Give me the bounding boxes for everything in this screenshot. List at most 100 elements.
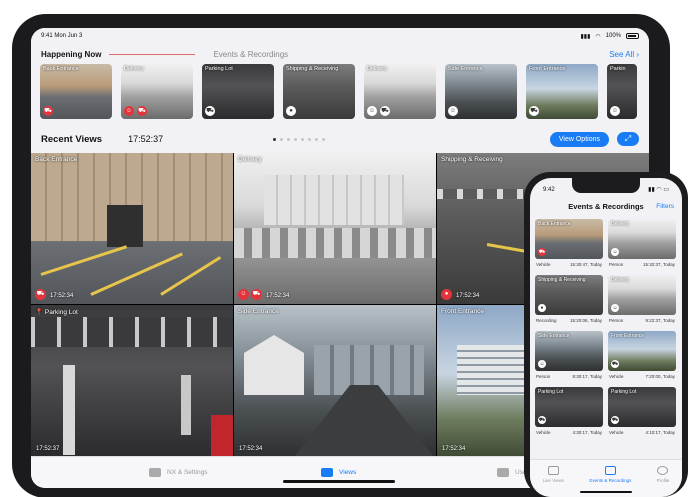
camera-label: 📍 Parking Lot [35, 309, 78, 316]
event-thumbnail: Delivery ☺ [608, 219, 676, 259]
event-type: Person [536, 374, 551, 379]
status-icons: ▮▮ ◠ ▭ [648, 187, 669, 193]
event-time: 7:20:00, Today [645, 374, 675, 379]
event-thumb[interactable]: Delivery ☺ ⛟ [364, 64, 436, 119]
thumb-label: Side Entrance [448, 66, 483, 72]
tab-happening-now[interactable]: Happening Now [41, 50, 101, 59]
event-card[interactable]: Parking Lot ⛟ Vehicle 4:30:17, Today [535, 387, 603, 439]
camera-label: Shipping & Receiving [441, 156, 503, 163]
camera-label: Delivery [238, 156, 262, 163]
tab-nvr-settings[interactable]: NX & Settings [149, 468, 207, 477]
vehicle-badge-icon: ⛟ [380, 106, 390, 116]
thumb-label: Back Entrance [43, 66, 79, 72]
event-type: Vehicle [609, 374, 624, 379]
event-type: Person [609, 262, 624, 267]
event-label: Side Entrance [538, 333, 570, 339]
vehicle-badge-icon: ⛟ [611, 360, 619, 368]
tab-live-views[interactable]: Live Views [543, 466, 564, 497]
event-thumb[interactable]: Shipping & Receiving ● [283, 64, 355, 119]
person-badge-icon: ☺ [610, 106, 620, 116]
events-grid: Back Entrance ⛟ Vehicle 15:30:47, Today D… [530, 217, 682, 441]
camera-timestamp: 17:52:34 [456, 293, 480, 299]
ceiling-lights [31, 317, 233, 347]
record-badge-icon: ● [441, 289, 452, 300]
record-badge-icon: ● [538, 304, 546, 312]
device-composite: 9:41 Mon Jun 3 ▮▮▮ ◠ 100% Happening Now … [0, 0, 688, 497]
event-label: Delivery [611, 277, 630, 283]
thumb-label: Parkin [610, 66, 626, 72]
wifi-icon: ◠ [595, 33, 601, 40]
event-thumb[interactable]: Delivery ☺ ⛟ [121, 64, 193, 119]
camera-label: Front Entrance [441, 308, 484, 315]
event-label: Front Entrance [611, 333, 645, 339]
active-tab-underline [109, 53, 196, 55]
ipad-status-bar: 9:41 Mon Jun 3 ▮▮▮ ◠ 100% [31, 28, 649, 44]
vehicle-badge-icon: ⛟ [251, 289, 262, 300]
event-card[interactable]: Delivery ☺ Person 15:32:37, Today [608, 219, 676, 271]
camera-tile[interactable]: 📍 Parking Lot 17:52:37 [31, 305, 233, 457]
house-shape [244, 335, 304, 395]
home-indicator [580, 491, 632, 493]
event-thumb[interactable]: Parking Lot ⛟ [202, 64, 274, 119]
tab-events-recordings[interactable]: Events & Recordings [213, 50, 288, 59]
door-shape [107, 205, 143, 247]
event-time: 15:32:37, Today [643, 262, 675, 267]
event-thumb[interactable]: Front Entrance ⛟ [526, 64, 598, 119]
thumb-label: Delivery [124, 66, 144, 72]
event-card[interactable]: Front Entrance ⛟ Vehicle 7:20:00, Today [608, 331, 676, 383]
person-badge-icon: ☺ [611, 304, 619, 312]
iphone-frame: 9:42 ▮▮ ◠ ▭ Events & Recordings Filters … [524, 172, 688, 497]
home-indicator [283, 480, 395, 483]
signal-icon: ▮▮▮ [580, 33, 591, 40]
recent-views-clock: 17:52:37 [128, 134, 164, 144]
thumb-label: Delivery [367, 66, 387, 72]
event-thumbnail: Side Entrance ☺ [535, 331, 603, 371]
event-label: Delivery [611, 221, 630, 227]
expand-icon[interactable]: ⤢ [617, 132, 639, 146]
camera-timestamp: 17:52:34 [442, 446, 466, 452]
page-title: Events & Recordings [568, 201, 644, 211]
recent-views-title: Recent Views [41, 133, 103, 145]
camera-tile[interactable]: Back Entrance ⛟ 17:52:34 [31, 153, 233, 304]
vehicle-badge-icon: ⛟ [43, 106, 53, 116]
chevron-right-icon: › [636, 49, 639, 59]
event-thumb[interactable]: Back Entrance ⛟ [40, 64, 112, 119]
tab-views[interactable]: Views [321, 468, 356, 477]
event-card[interactable]: Side Entrance ☺ Person 8:30:17, Today [535, 331, 603, 383]
page-indicator[interactable] [273, 137, 326, 141]
iphone-nav-header: Events & Recordings Filters [530, 195, 682, 217]
event-card[interactable]: Shipping & Receiving ● Recording 15:20:06… [535, 275, 603, 327]
camera-tile[interactable]: Delivery ☺ ⛟ 17:52:34 [234, 153, 436, 304]
parked-cars [234, 228, 436, 258]
event-thumb[interactable]: Side Entrance ☺ [445, 64, 517, 119]
event-thumbnail: Shipping & Receiving ● [535, 275, 603, 315]
event-type: Vehicle [536, 262, 551, 267]
vehicle-badge-icon: ⛟ [35, 289, 46, 300]
pin-icon: 📍 [35, 309, 44, 316]
camera-label: Side Entrance [238, 308, 279, 315]
person-badge-icon: ☺ [124, 106, 134, 116]
event-time: 8:30:17, Today [572, 374, 602, 379]
event-card[interactable]: Parking Lot ⛟ Vehicle 4:10:17, Today [608, 387, 676, 439]
event-thumbnail: Delivery ☺ [608, 275, 676, 315]
vehicle-badge-icon: ⛟ [538, 416, 546, 424]
status-time: 9:41 Mon Jun 3 [41, 33, 83, 39]
event-card[interactable]: Delivery ☺ Person 9:22:37, Today [608, 275, 676, 327]
tab-profile[interactable]: Profile [657, 466, 669, 497]
camera-timestamp: 17:52:34 [50, 293, 74, 299]
event-label: Back Entrance [538, 221, 571, 227]
person-badge-icon: ☺ [367, 106, 377, 116]
view-options-button[interactable]: View Options [549, 131, 609, 147]
event-time: 15:20:06, Today [570, 318, 602, 323]
thumb-label: Shipping & Receiving [286, 66, 339, 72]
event-card[interactable]: Back Entrance ⛟ Vehicle 15:30:47, Today [535, 219, 603, 271]
event-label: Parking Lot [538, 389, 564, 395]
filters-button[interactable]: Filters [656, 203, 674, 210]
camera-tile[interactable]: Side Entrance 17:52:34 [234, 305, 436, 457]
camera-label: Back Entrance [35, 156, 78, 163]
event-thumbnail: Back Entrance ⛟ [535, 219, 603, 259]
see-all-link[interactable]: See All › [609, 50, 639, 59]
happening-now-strip: Back Entrance ⛟ Delivery ☺ ⛟ Parking Lot… [31, 64, 649, 120]
thumb-label: Parking Lot [205, 66, 233, 72]
event-thumb[interactable]: Parkin ☺ [607, 64, 637, 119]
